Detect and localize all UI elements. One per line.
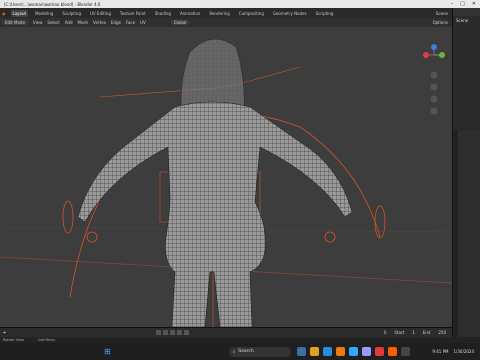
blender-logo-icon[interactable]: ◉ — [2, 11, 6, 16]
title-bar: [C:\Users\...\woman\woman.blend] - Blend… — [0, 0, 480, 8]
viewport-menu-item[interactable]: Add — [65, 20, 73, 25]
taskbar-apps — [296, 347, 410, 356]
3d-viewport[interactable] — [0, 27, 452, 327]
status-rotate: Rotate View — [3, 338, 24, 342]
viewport-menu-item[interactable]: Edge — [111, 20, 121, 25]
acrobat-icon[interactable] — [374, 347, 384, 356]
workspace-tab[interactable]: Shading — [153, 10, 173, 17]
frame-range: 0 Start 1 End 250 — [384, 330, 452, 335]
outliner-scene-item[interactable]: Scene — [453, 16, 480, 25]
viewport-menu-item[interactable]: Vertex — [93, 20, 106, 25]
next-key-icon[interactable] — [177, 330, 183, 335]
navigation-gizmo[interactable] — [420, 35, 448, 125]
viewport-menu-item[interactable]: View — [33, 20, 43, 25]
camera-icon — [430, 95, 438, 103]
windows-start-icon[interactable]: ⊞ — [104, 347, 111, 356]
current-frame[interactable]: 0 — [384, 330, 387, 335]
illustrator-icon[interactable] — [387, 347, 397, 356]
premiere-icon[interactable] — [361, 347, 371, 356]
jump-start-icon[interactable] — [156, 330, 162, 335]
right-panels: Scene — [452, 8, 480, 338]
jump-end-icon[interactable] — [184, 330, 190, 335]
minimize-icon[interactable]: – — [451, 1, 454, 7]
end-label: End — [422, 330, 431, 335]
blender-icon[interactable] — [335, 347, 345, 356]
workspace-tab[interactable]: Layout — [10, 9, 29, 17]
workspace-tab[interactable]: Sculpting — [60, 10, 83, 17]
workspace-tab[interactable]: Geometry Nodes — [271, 10, 309, 17]
play-icon[interactable] — [170, 330, 176, 335]
search-icon: ⌕ — [232, 349, 236, 355]
start-label: Start — [394, 330, 405, 335]
status-menu: Call Menu — [37, 338, 56, 342]
workspace-tab[interactable]: Modeling — [33, 10, 55, 17]
outliner-header — [453, 8, 480, 16]
prev-key-icon[interactable] — [163, 330, 169, 335]
properties-tabs[interactable] — [453, 130, 458, 338]
end-frame[interactable]: 250 — [438, 330, 446, 335]
viewport-menu-item[interactable]: Face — [126, 20, 135, 25]
viewport-menus: View Select Add Mesh Vertex Edge Face UV — [33, 20, 146, 25]
timeline-bar: ⏷ 0 Start 1 End 250 — [0, 327, 452, 337]
grid-icon — [430, 107, 438, 115]
workspace-tab[interactable]: Rendering — [207, 10, 231, 17]
clock-time[interactable]: 9:41 PM — [432, 349, 448, 354]
workspace-tab[interactable]: Compositing — [237, 10, 266, 17]
photoshop-icon[interactable] — [348, 347, 358, 356]
viewport-menu-item[interactable]: UV — [140, 20, 146, 25]
pan-hand-icon — [430, 83, 438, 91]
workspace-tab[interactable]: UV Editing — [88, 10, 113, 17]
playback-controls — [156, 330, 190, 335]
workspace-tab[interactable]: Scripting — [314, 10, 336, 17]
orientation-dropdown[interactable]: Global — [170, 20, 190, 25]
window-title: [C:\Users\...\woman\woman.blend] - Blend… — [4, 1, 101, 7]
scene-canvas — [0, 39, 452, 327]
windows-taskbar: ⊞ ⌕ Search 9:41 PM 1/30/2024 — [0, 343, 480, 360]
folder-icon[interactable] — [309, 347, 319, 356]
file-explorer-icon[interactable] — [296, 347, 306, 356]
edge-icon[interactable] — [322, 347, 332, 356]
options-dropdown[interactable]: Options — [433, 20, 452, 25]
workspace-tab[interactable]: Texture Paint — [118, 10, 148, 17]
taskbar-search[interactable]: ⌕ Search — [228, 346, 291, 357]
clock-date[interactable]: 1/30/2024 — [453, 349, 474, 354]
workspace-tabs: Layout Modeling Sculpting UV Editing Texture… — [10, 9, 336, 17]
viewport-header: Edit Mode View Select Add Mesh Vertex Edge Fac… — [0, 18, 452, 27]
close-icon[interactable]: ✕ — [472, 1, 476, 7]
search-placeholder: Search — [238, 349, 254, 354]
viewport-menu-item[interactable]: Select — [47, 20, 59, 25]
system-tray: 9:41 PM 1/30/2024 — [432, 349, 480, 354]
top-menubar: ◉ Layout Modeling Sculpting UV Editing Textu… — [0, 8, 480, 18]
viewport-menu-item[interactable]: Mesh — [78, 20, 89, 25]
start-frame[interactable]: 1 — [412, 330, 415, 335]
maximize-icon[interactable]: □ — [460, 1, 465, 7]
mode-dropdown[interactable]: Edit Mode — [2, 20, 28, 25]
zoom-icon — [430, 71, 438, 79]
character-mesh — [77, 39, 353, 327]
playback-menu[interactable]: ⏷ — [3, 330, 6, 335]
workspace-tab[interactable]: Animation — [178, 10, 202, 17]
properties-editor[interactable] — [453, 130, 480, 338]
app-icon[interactable] — [400, 347, 410, 356]
outliner[interactable]: Scene — [453, 8, 480, 128]
